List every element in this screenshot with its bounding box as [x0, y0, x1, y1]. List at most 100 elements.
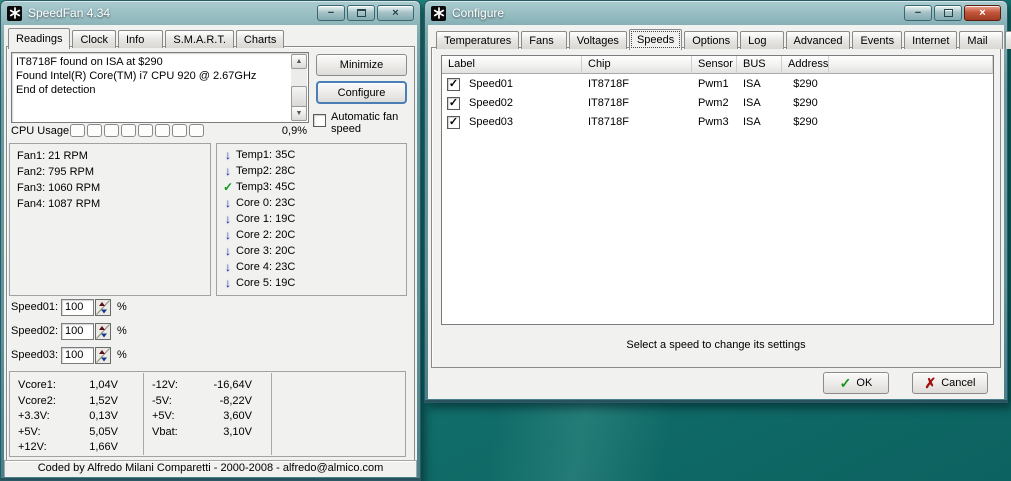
cancel-button[interactable]: ✗ Cancel: [912, 372, 988, 394]
speed03-input[interactable]: 100: [61, 347, 94, 364]
voltages-panel: Vcore1:1,04V Vcore2:1,52V +3.3V:0,13V +5…: [9, 371, 406, 457]
temp-reading: Temp1: 35C: [236, 149, 295, 161]
speed02-spinner[interactable]: [95, 323, 111, 340]
tab-xap[interactable]: xAP: [1005, 31, 1011, 49]
scroll-down-icon[interactable]: ▼: [291, 106, 307, 121]
tab-mail[interactable]: Mail: [959, 31, 1002, 49]
tab-log[interactable]: Log: [740, 31, 783, 49]
checkbox-icon[interactable]: [313, 114, 326, 127]
detection-log[interactable]: IT8718F found on ISA at $290 Found Intel…: [11, 52, 309, 123]
ok-button[interactable]: ✓ OK: [823, 372, 889, 394]
cancel-x-icon: ✗: [925, 375, 937, 392]
tab-readings[interactable]: Readings: [8, 28, 70, 49]
tab-fans[interactable]: Fans: [521, 31, 566, 49]
voltage-label: Vcore2:: [18, 394, 66, 410]
minimize-button[interactable]: Minimize: [316, 54, 407, 76]
scroll-up-icon[interactable]: ▲: [291, 54, 307, 69]
down-arrow-icon: ↓: [220, 244, 236, 258]
voltage-label: -5V:: [152, 394, 200, 410]
tab-voltages[interactable]: Voltages: [569, 31, 627, 49]
voltage-value: 1,66V: [66, 440, 118, 456]
tab-advanced[interactable]: Advanced: [786, 31, 851, 49]
tab-events[interactable]: Events: [852, 31, 902, 49]
down-arrow-icon: ↓: [220, 196, 236, 210]
column-header-filler: [829, 56, 993, 74]
column-header-chip[interactable]: Chip: [582, 56, 692, 74]
maximize-window-icon[interactable]: [347, 5, 375, 21]
table-row[interactable]: ✓Speed01 IT8718F Pwm1 ISA $290: [442, 75, 993, 93]
configure-button[interactable]: Configure: [316, 81, 407, 104]
log-line: End of detection: [16, 83, 288, 97]
voltage-label: Vcore1:: [18, 378, 66, 394]
minimize-window-icon[interactable]: −: [317, 5, 345, 21]
percent-label: %: [117, 349, 127, 361]
checkbox-checked-icon[interactable]: ✓: [447, 78, 460, 91]
cpu-usage-segment: [70, 124, 85, 137]
speed01-input[interactable]: 100: [61, 299, 94, 316]
speed01-label: Speed01:: [11, 301, 61, 313]
address-cell: $290: [782, 78, 829, 90]
cpu-usage-segment: [155, 124, 170, 137]
minimize-window-icon[interactable]: −: [904, 5, 932, 21]
table-row[interactable]: ✓Speed02 IT8718F Pwm2 ISA $290: [442, 94, 993, 112]
temp-reading: Core 3: 20C: [236, 245, 295, 257]
column-header-sensor[interactable]: Sensor: [692, 56, 737, 74]
speed-label: Speed02: [469, 97, 513, 109]
chip-cell: IT8718F: [582, 97, 692, 109]
hint-text: Select a speed to change its settings: [431, 339, 1001, 351]
chip-cell: IT8718F: [582, 78, 692, 90]
configure-titlebar[interactable]: Configure − ×: [425, 1, 1007, 25]
bus-cell: ISA: [737, 78, 782, 90]
speed02-label: Speed02:: [11, 325, 61, 337]
down-arrow-icon: ↓: [220, 212, 236, 226]
speeds-table: Label Chip Sensor BUS Address ✓ Speed01 I…: [441, 55, 994, 325]
column-header-address[interactable]: Address: [782, 56, 829, 74]
tab-internet[interactable]: Internet: [904, 31, 957, 49]
voltage-value: 5,05V: [66, 425, 118, 441]
down-arrow-icon: ↓: [220, 228, 236, 242]
close-window-icon[interactable]: ×: [964, 5, 1001, 21]
tab-speeds[interactable]: Speeds: [629, 29, 682, 50]
tab-charts[interactable]: Charts: [236, 30, 284, 48]
automatic-fan-speed-checkbox[interactable]: Automatic fan speed: [313, 114, 411, 135]
address-cell: $290: [782, 116, 829, 128]
log-line: IT8718F found on ISA at $290: [16, 55, 288, 69]
maximize-window-icon[interactable]: [934, 5, 962, 21]
speed01-spinner[interactable]: [95, 299, 111, 316]
speed03-spinner[interactable]: [95, 347, 111, 364]
tab-temperatures[interactable]: Temperatures: [436, 31, 519, 49]
bus-cell: ISA: [737, 97, 782, 109]
down-arrow-icon: ↓: [220, 148, 236, 162]
voltage-value: 1,52V: [66, 394, 118, 410]
voltage-value: 3,10V: [200, 425, 252, 441]
checkbox-checked-icon[interactable]: ✓: [447, 116, 460, 129]
temp-reading: Core 5: 19C: [236, 277, 295, 289]
tab-options[interactable]: Options: [684, 31, 738, 49]
temp-reading: Core 2: 20C: [236, 229, 295, 241]
speed02-input[interactable]: 100: [61, 323, 94, 340]
column-header-label[interactable]: Label: [442, 56, 582, 74]
speedfan-fan-icon: [431, 6, 446, 21]
checkbox-checked-icon[interactable]: ✓: [447, 97, 460, 110]
tab-clock[interactable]: Clock: [72, 30, 116, 48]
voltage-label: +5V:: [18, 425, 66, 441]
log-scrollbar[interactable]: ▲ ▼: [291, 54, 307, 121]
voltage-label: +3.3V:: [18, 409, 66, 425]
minimize-button-label: Minimize: [340, 59, 383, 71]
column-header-bus[interactable]: BUS: [737, 56, 782, 74]
address-cell: $290: [782, 97, 829, 109]
fan-readings-panel: Fan1: 21 RPM Fan2: 795 RPM Fan3: 1060 RP…: [9, 143, 211, 296]
temperature-readings-panel: ↓Temp1: 35C ↓Temp2: 28C ✓Temp3: 45C ↓Cor…: [216, 143, 407, 296]
speedfan-titlebar[interactable]: SpeedFan 4.34 − ×: [1, 1, 420, 25]
status-bar: Coded by Alfredo Milani Comparetti - 200…: [4, 460, 417, 477]
close-window-icon[interactable]: ×: [377, 5, 414, 21]
speedfan-fan-icon: [7, 6, 22, 21]
speed-label: Speed01: [469, 78, 513, 90]
table-row[interactable]: ✓Speed03 IT8718F Pwm3 ISA $290: [442, 113, 993, 131]
scrollbar-thumb[interactable]: [291, 86, 307, 108]
tab-smart[interactable]: S.M.A.R.T.: [165, 30, 234, 48]
temp-reading: Core 1: 19C: [236, 213, 295, 225]
tab-info[interactable]: Info: [118, 30, 163, 48]
window-title: SpeedFan 4.34: [28, 6, 110, 20]
fan-reading: Fan1: 21 RPM: [17, 148, 210, 164]
